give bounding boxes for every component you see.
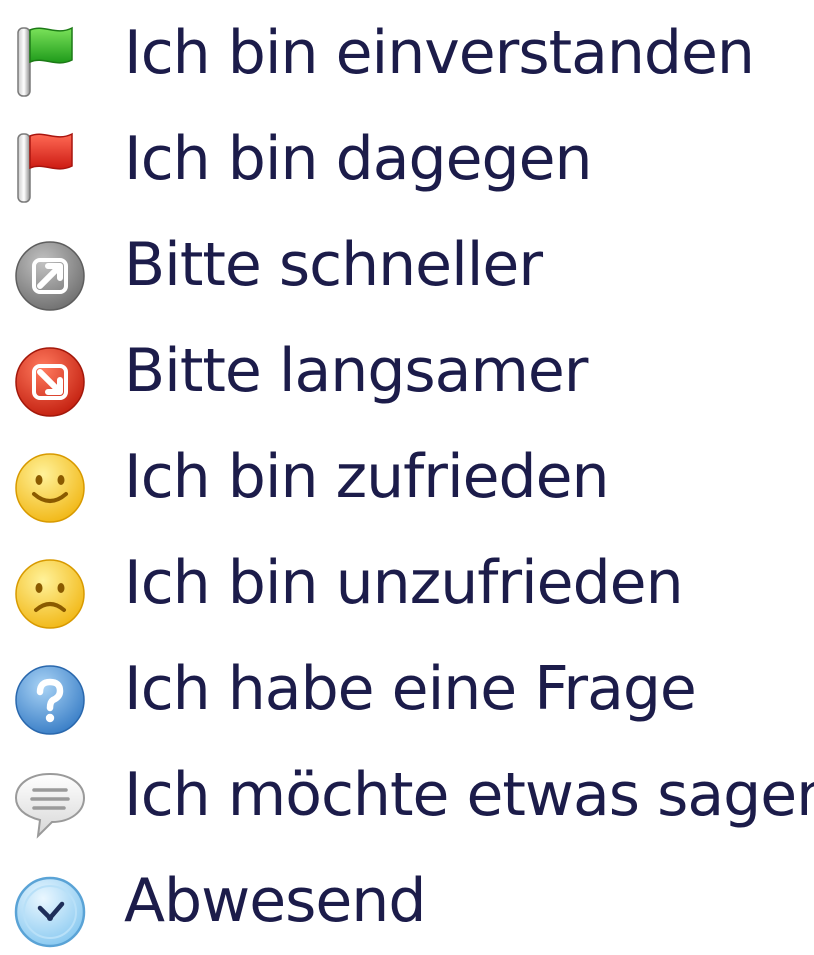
- status-menu: Ich bin einverstanden Ich bin dagegen Bi…: [0, 0, 814, 955]
- menu-item-slower[interactable]: Bitte langsamer: [0, 318, 814, 424]
- menu-item-label: Abwesend: [124, 866, 426, 936]
- smiley-sad-icon: [15, 559, 85, 629]
- menu-item-satisfied[interactable]: Ich bin zufrieden: [0, 424, 814, 530]
- menu-item-label: Bitte langsamer: [124, 336, 588, 406]
- red-flag-icon: [17, 132, 73, 203]
- menu-item-label: Ich bin zufrieden: [124, 442, 610, 512]
- menu-item-question[interactable]: Ich habe eine Frage: [0, 636, 814, 742]
- speech-bubble-icon: [14, 772, 86, 839]
- menu-item-faster[interactable]: Bitte schneller: [0, 212, 814, 318]
- slower-arrow-icon: [15, 347, 85, 417]
- faster-arrow-icon: [15, 241, 85, 311]
- smiley-happy-icon: [15, 453, 85, 523]
- menu-item-unsatisfied[interactable]: Ich bin unzufrieden: [0, 530, 814, 636]
- clock-icon: [14, 876, 86, 948]
- menu-item-away[interactable]: Abwesend: [0, 848, 814, 954]
- menu-item-agree[interactable]: Ich bin einverstanden: [0, 0, 814, 106]
- green-flag-icon: [17, 26, 73, 97]
- question-icon: [15, 665, 85, 735]
- menu-item-label: Ich bin dagegen: [124, 124, 593, 194]
- menu-item-disagree[interactable]: Ich bin dagegen: [0, 106, 814, 212]
- menu-item-label: Ich habe eine Frage: [124, 654, 697, 724]
- menu-item-label: Ich bin unzufrieden: [124, 548, 684, 618]
- menu-item-say-something[interactable]: Ich möchte etwas sagen: [0, 742, 814, 848]
- menu-item-label: Ich bin einverstanden: [124, 18, 755, 88]
- menu-item-label: Bitte schneller: [124, 230, 543, 300]
- menu-item-label: Ich möchte etwas sagen: [124, 760, 814, 830]
